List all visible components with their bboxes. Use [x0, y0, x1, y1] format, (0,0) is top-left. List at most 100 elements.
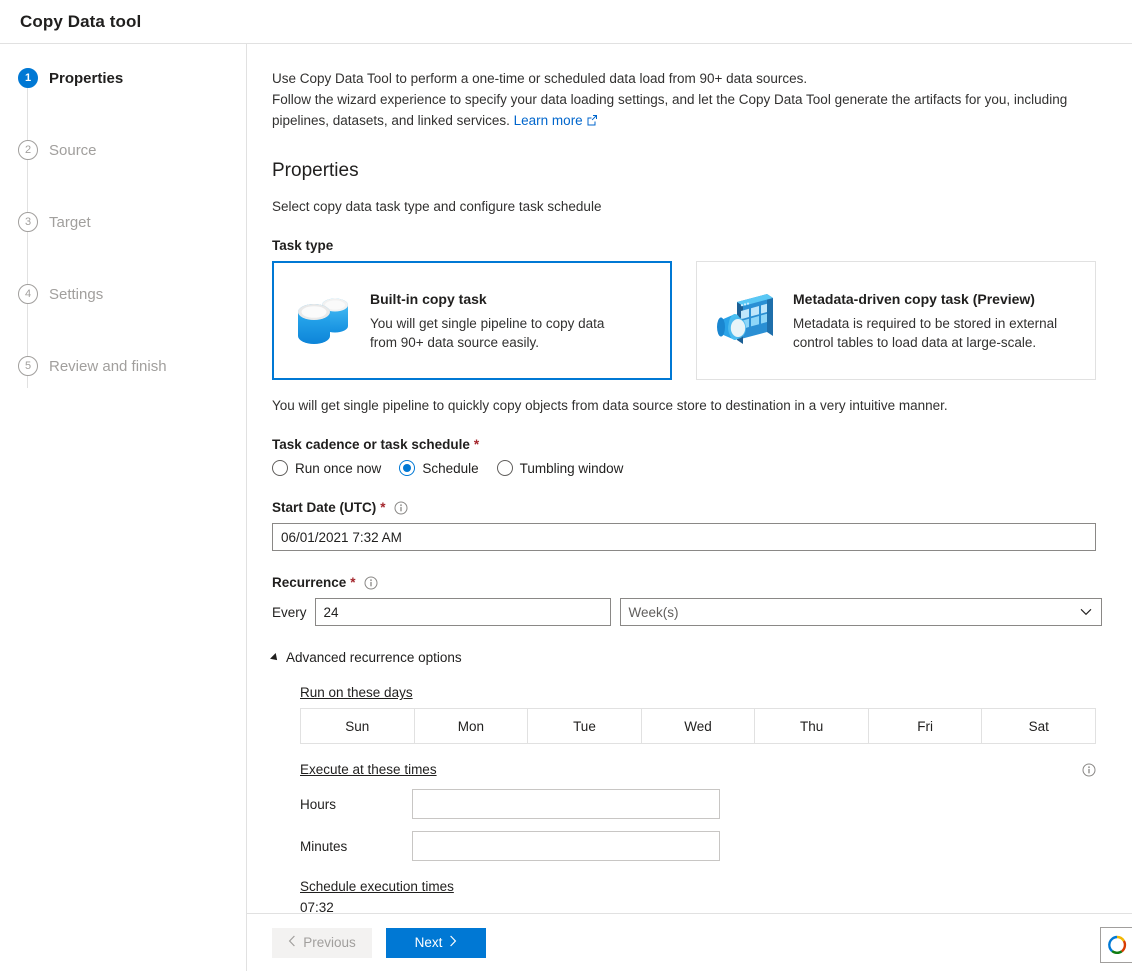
learn-more-link[interactable]: Learn more — [514, 113, 583, 128]
minutes-label: Minutes — [300, 838, 348, 854]
cadence-radio-group: Run once now Schedule Tumbling window — [272, 460, 1107, 476]
wizard-steps: 1 Properties 2 Source 3 Target 4 Setting… — [0, 64, 246, 388]
recurrence-unit-select[interactable]: Week(s) — [619, 598, 1102, 626]
day-cell-thu[interactable]: Thu — [755, 709, 869, 743]
radio-label-tumbling-window: Tumbling window — [519, 460, 624, 476]
window-titlebar: Copy Data tool — [0, 0, 1132, 44]
execute-at-times-header: Execute at these times — [300, 762, 1096, 777]
radio-label-run-once-now: Run once now — [295, 460, 382, 476]
radio-label-schedule: Schedule — [422, 460, 479, 476]
start-date-input[interactable] — [272, 523, 1096, 551]
start-date-label-text: Start Date (UTC) — [272, 500, 377, 515]
radio-mark-schedule — [399, 460, 416, 476]
day-cell-sat[interactable]: Sat — [982, 709, 1095, 743]
recurrence-every-label: Every — [272, 604, 307, 620]
external-link-icon — [586, 111, 598, 132]
step-label-target: Target — [49, 213, 91, 231]
radio-mark-tumbling-window — [496, 460, 513, 476]
day-cell-fri[interactable]: Fri — [869, 709, 983, 743]
radio-schedule[interactable]: Schedule — [399, 460, 479, 476]
recurrence-value-input[interactable] — [314, 598, 611, 626]
window-body: 1 Properties 2 Source 3 Target 4 Setting… — [0, 44, 1132, 971]
sidebar-step-properties[interactable]: 1 Properties — [18, 64, 246, 92]
copy-data-tool-window: Copy Data tool 1 Properties 2 Source 3 T… — [0, 0, 1132, 971]
minutes-input[interactable] — [412, 831, 720, 861]
start-date-label: Start Date (UTC) * — [272, 500, 1107, 515]
step-label-settings: Settings — [49, 285, 104, 303]
next-button-label: Next — [414, 935, 443, 950]
metadata-table-funnel-icon — [713, 287, 781, 355]
advanced-recurrence-body: Run on these days Sun Mon Tue Wed Thu Fr… — [272, 665, 1107, 913]
schedule-execution-times-label[interactable]: Schedule execution times — [300, 879, 454, 894]
execute-times-info-icon[interactable] — [1082, 763, 1096, 777]
card-desc-metadata: Metadata is required to be stored in ext… — [793, 316, 1058, 350]
feedback-circle-icon — [1108, 935, 1127, 955]
task-type-card-builtin-copy[interactable]: Built-in copy task You will get single p… — [272, 261, 672, 380]
radio-mark-run-once-now — [272, 460, 288, 476]
sidebar-step-settings[interactable]: 4 Settings — [18, 280, 246, 308]
recurrence-info-icon[interactable] — [364, 576, 378, 590]
cadence-label: Task cadence or task schedule * — [272, 437, 1107, 452]
day-cell-sun[interactable]: Sun — [301, 709, 415, 743]
day-cell-wed[interactable]: Wed — [642, 709, 756, 743]
task-type-cards: Built-in copy task You will get single p… — [272, 261, 1107, 380]
recurrence-unit-selected-value: Week(s) — [628, 604, 679, 620]
sidebar-step-review-and-finish[interactable]: 5 Review and finish — [18, 352, 246, 380]
sidebar-step-target[interactable]: 3 Target — [18, 208, 246, 236]
wizard-sidebar: 1 Properties 2 Source 3 Target 4 Setting… — [0, 44, 247, 971]
page-title: Properties — [272, 160, 359, 181]
card-text-metadata: Metadata-driven copy task (Preview) Meta… — [793, 289, 1058, 352]
recurrence-row: Every Week(s) — [272, 598, 1107, 626]
run-on-these-days-label[interactable]: Run on these days — [300, 685, 413, 700]
step-label-source: Source — [49, 141, 97, 159]
chevron-left-icon — [288, 935, 296, 950]
step-label-review-and-finish: Review and finish — [49, 357, 167, 375]
hours-label: Hours — [300, 796, 337, 812]
step-number-4: 4 — [18, 284, 38, 304]
day-cell-mon[interactable]: Mon — [415, 709, 529, 743]
intro-line-3: pipelines, datasets, and linked services… — [272, 113, 510, 128]
step-number-1: 1 — [18, 68, 38, 88]
previous-button[interactable]: Previous — [272, 927, 372, 958]
recurrence-label: Recurrence * — [272, 575, 1107, 590]
task-type-label-text: Task type — [272, 238, 334, 253]
recurrence-required-star: * — [350, 575, 356, 590]
advanced-recurrence-toggle[interactable]: Advanced recurrence options — [270, 650, 1107, 665]
minutes-row: Minutes — [300, 831, 1107, 861]
feedback-widget[interactable] — [1100, 927, 1132, 963]
card-title-metadata: Metadata-driven copy task (Preview) — [793, 291, 1035, 307]
sidebar-step-source[interactable]: 2 Source — [18, 136, 246, 164]
step-number-5: 5 — [18, 356, 38, 376]
step-number-3: 3 — [18, 212, 38, 232]
wizard-footer: Previous Next — [247, 913, 1132, 971]
window-title: Copy Data tool — [20, 11, 142, 31]
intro-line-1: Use Copy Data Tool to perform a one-time… — [272, 71, 808, 86]
previous-button-label: Previous — [303, 935, 356, 950]
intro-text: Use Copy Data Tool to perform a one-time… — [272, 68, 1107, 132]
start-date-required-star: * — [380, 500, 386, 515]
triangle-expanded-icon — [270, 652, 280, 663]
step-rail — [27, 88, 28, 388]
cadence-label-text: Task cadence or task schedule — [272, 437, 470, 452]
recurrence-unit-select-wrap: Week(s) — [619, 598, 1102, 626]
day-cell-tue[interactable]: Tue — [528, 709, 642, 743]
step-label-properties: Properties — [49, 69, 124, 87]
next-button[interactable]: Next — [386, 927, 486, 958]
task-type-note: You will get single pipeline to quickly … — [272, 398, 948, 413]
main-panel: Use Copy Data Tool to perform a one-time… — [247, 44, 1132, 971]
task-type-card-metadata-driven[interactable]: Metadata-driven copy task (Preview) Meta… — [696, 261, 1096, 380]
card-title-builtin: Built-in copy task — [370, 291, 487, 307]
card-text-builtin: Built-in copy task You will get single p… — [370, 289, 635, 352]
advanced-recurrence-toggle-label: Advanced recurrence options — [286, 650, 462, 665]
card-desc-builtin: You will get single pipeline to copy dat… — [370, 316, 605, 350]
hours-row: Hours — [300, 789, 1107, 819]
radio-run-once-now[interactable]: Run once now — [272, 460, 381, 476]
step-number-2: 2 — [18, 140, 38, 160]
execute-at-these-times-label[interactable]: Execute at these times — [300, 762, 437, 777]
hours-input[interactable] — [412, 789, 720, 819]
schedule-execution-times-value: 07:32 — [300, 900, 334, 913]
main-content: Use Copy Data Tool to perform a one-time… — [247, 44, 1132, 913]
radio-tumbling-window[interactable]: Tumbling window — [496, 460, 624, 476]
start-date-info-icon[interactable] — [394, 501, 408, 515]
run-on-days-table: Sun Mon Tue Wed Thu Fri Sat — [300, 708, 1096, 744]
